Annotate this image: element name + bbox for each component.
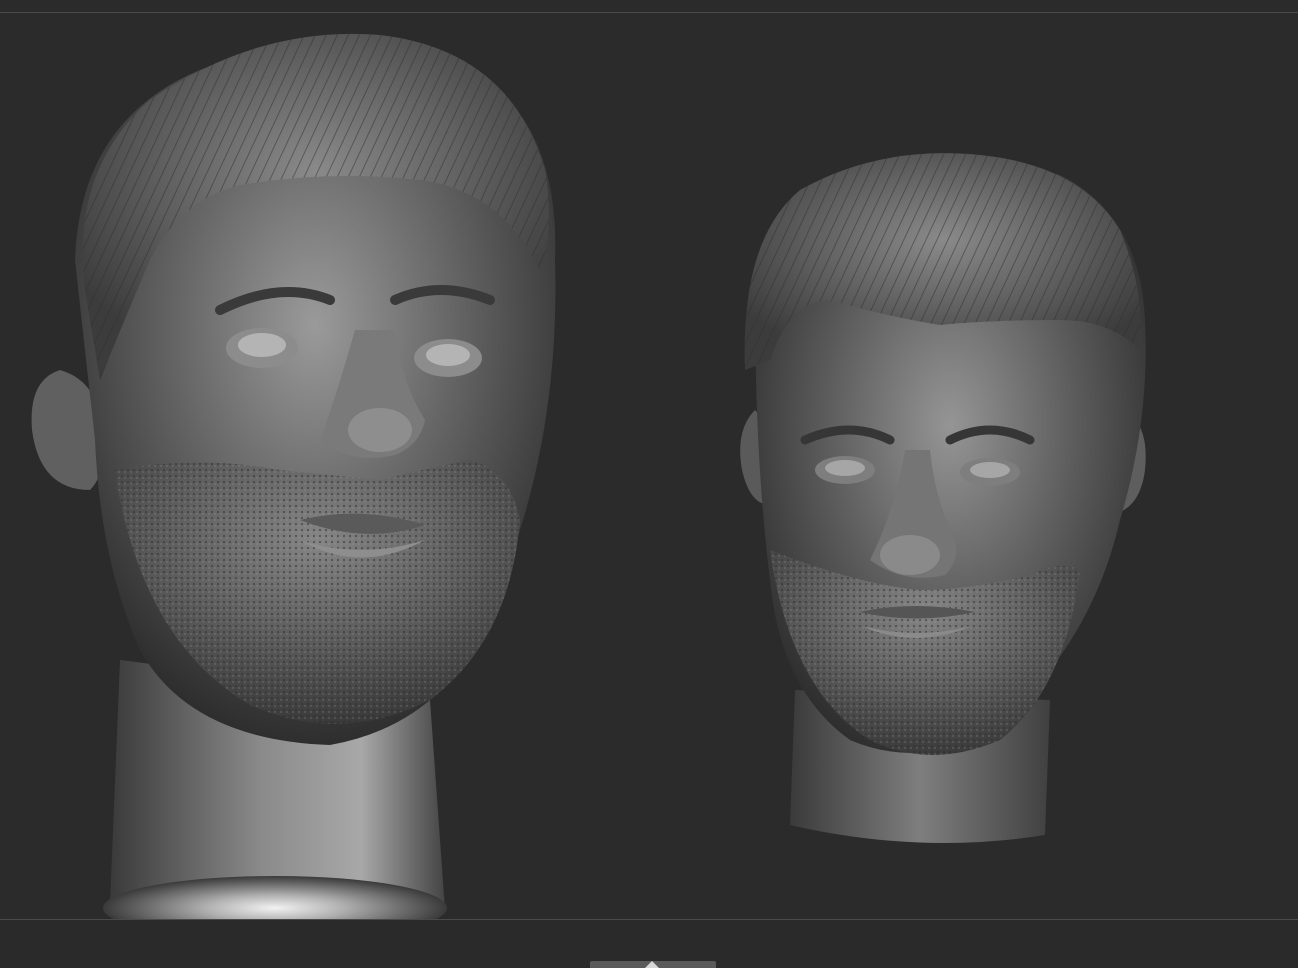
chevron-up-icon <box>645 961 659 968</box>
head-sculpt-right[interactable] <box>740 153 1146 843</box>
3d-viewport[interactable] <box>0 0 1298 968</box>
sculpt-canvas[interactable] <box>0 0 1298 968</box>
head-sculpt-left[interactable] <box>31 33 556 940</box>
